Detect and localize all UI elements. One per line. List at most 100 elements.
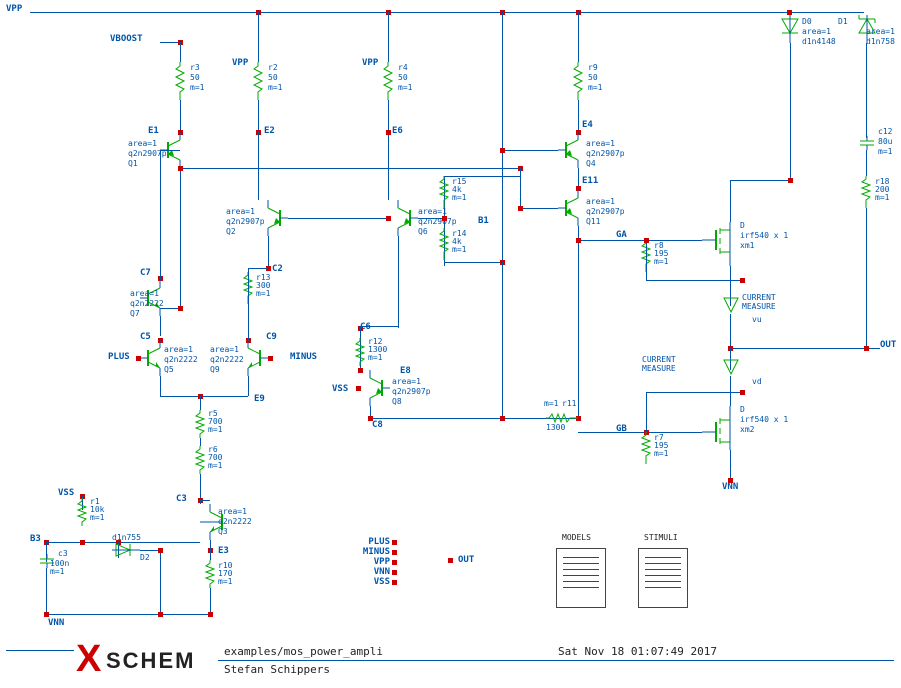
- wire: [388, 100, 389, 200]
- wire: [160, 316, 161, 336]
- r12-m: m=1: [368, 354, 382, 363]
- net-vboost: VBOOST: [110, 34, 143, 44]
- xm1-d: D: [740, 222, 745, 231]
- pin-minus: MINUS: [350, 547, 390, 557]
- node: [268, 356, 273, 361]
- q8-area: area=1: [392, 378, 421, 387]
- wire: [578, 100, 579, 132]
- curr1-lbl: CURRENT MEASURE: [742, 294, 776, 312]
- schematic-canvas: VPP D0 area=1 d1n4148 D1 area=1 d1n758 V…: [0, 0, 901, 688]
- q9-area: area=1: [210, 346, 239, 355]
- r3-m: m=1: [190, 84, 204, 93]
- wire: [248, 268, 249, 328]
- curr2-lbl: CURRENT MEASURE: [642, 356, 676, 374]
- footer-author: Stefan Schippers: [224, 664, 330, 676]
- r11-ref: r11: [562, 400, 576, 409]
- wire: [646, 240, 647, 280]
- node: [788, 178, 793, 183]
- node: [158, 548, 163, 553]
- c3-m: m=1: [50, 568, 64, 577]
- c12-val: 80u: [878, 138, 892, 147]
- net-plus: PLUS: [108, 352, 130, 362]
- wire: [578, 12, 579, 62]
- q4-model: q2n2907p: [586, 150, 625, 159]
- q5-area: area=1: [164, 346, 193, 355]
- bjt-q6: [388, 200, 418, 240]
- node: [392, 580, 397, 585]
- node: [448, 558, 453, 563]
- r5-m: m=1: [208, 426, 222, 435]
- wire: [418, 218, 444, 219]
- net-e4: E4: [582, 120, 593, 130]
- wire: [160, 42, 180, 43]
- resistor-r6: [194, 446, 206, 474]
- node: [740, 390, 745, 395]
- wire: [248, 328, 249, 340]
- r3-val: 50: [190, 74, 200, 83]
- wire: [210, 588, 211, 614]
- footer-date: Sat Nov 18 01:07:49 2017: [558, 646, 717, 658]
- r2-m: m=1: [268, 84, 282, 93]
- r11-val: 1300: [546, 424, 565, 433]
- wire: [180, 168, 181, 308]
- node: [392, 550, 397, 555]
- net-vnn1: VNN: [722, 482, 738, 492]
- wire: [160, 550, 161, 614]
- resistor-r4: [382, 62, 394, 100]
- r4-ref: r4: [398, 64, 408, 73]
- r9-m: m=1: [588, 84, 602, 93]
- r3-ref: r3: [190, 64, 200, 73]
- net-e1: E1: [148, 126, 159, 136]
- node: [44, 612, 49, 617]
- q2-model: q2n2907p: [226, 218, 265, 227]
- wire: [866, 116, 867, 136]
- wire: [730, 376, 731, 406]
- wire: [210, 540, 211, 560]
- d1-model: d1n758: [866, 38, 895, 47]
- wire: [730, 450, 731, 480]
- r18-m: m=1: [875, 194, 889, 203]
- wire: [258, 12, 259, 62]
- net-vpp2: VPP: [232, 58, 248, 68]
- node: [728, 478, 733, 483]
- wire: [646, 280, 742, 281]
- wire: [646, 392, 647, 432]
- q3-model: q2n2222: [218, 518, 252, 527]
- d2-model: d1n755: [112, 534, 141, 543]
- xm2-ref: xm2: [740, 426, 754, 435]
- wire: [180, 42, 181, 62]
- r10-m: m=1: [218, 578, 232, 587]
- node: [80, 540, 85, 545]
- wire: [258, 100, 259, 132]
- wire: [790, 43, 791, 180]
- resistor-r5: [194, 410, 206, 438]
- node: [136, 356, 141, 361]
- resistor-r12: [354, 338, 366, 366]
- resistor-r7: [640, 432, 652, 464]
- node: [356, 386, 361, 391]
- q11-model: q2n2907p: [586, 208, 625, 217]
- models-doc-icon: [556, 548, 606, 608]
- net-e6: E6: [392, 126, 403, 136]
- r7-m: m=1: [654, 450, 668, 459]
- r4-m: m=1: [398, 84, 412, 93]
- resistor-r14: [438, 228, 450, 260]
- wire: [160, 150, 161, 280]
- wire: [200, 500, 210, 501]
- q11-ref: Q11: [586, 218, 600, 227]
- r6-m: m=1: [208, 462, 222, 471]
- wire: [730, 314, 731, 348]
- wire: [444, 176, 520, 177]
- logo-x-icon: X: [76, 638, 101, 681]
- q3-ref: Q3: [218, 528, 228, 537]
- net-vpp: VPP: [6, 4, 22, 14]
- net-vnn2: VNN: [48, 618, 64, 628]
- q1-area: area=1: [128, 140, 157, 149]
- q2-ref: Q2: [226, 228, 236, 237]
- r2-val: 50: [268, 74, 278, 83]
- net-e3: E3: [218, 546, 229, 556]
- q7-ref: Q7: [130, 310, 140, 319]
- net-b3: B3: [30, 534, 41, 544]
- net-out: OUT: [880, 340, 896, 350]
- xm2-model: irf540 x 1: [740, 416, 788, 425]
